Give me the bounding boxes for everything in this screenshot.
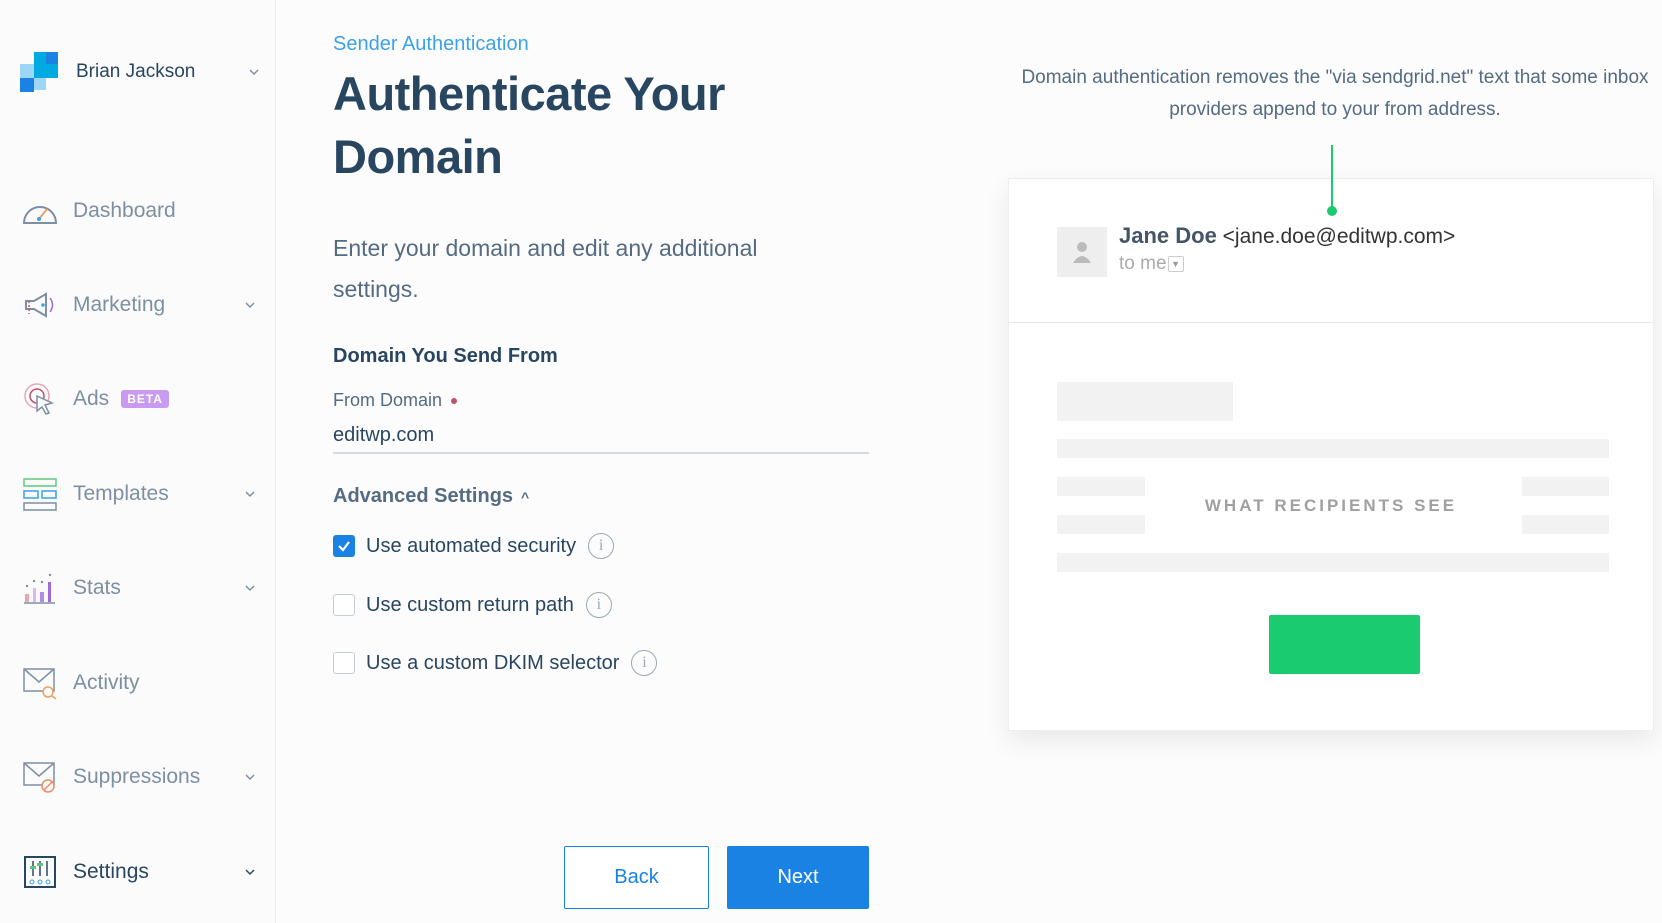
- sidebar: Brian Jackson Dashboard Marketing Ads BE…: [0, 0, 276, 923]
- beta-badge: BETA: [121, 390, 169, 408]
- sidebar-item-label: Activity: [73, 671, 140, 694]
- from-domain-label: From Domain: [333, 390, 458, 411]
- advanced-settings-toggle[interactable]: Advanced Settings ^: [333, 485, 529, 508]
- chevron-down-icon: [249, 69, 259, 76]
- callout-dot: [1327, 206, 1337, 216]
- sidebar-item-settings[interactable]: Settings: [22, 852, 256, 892]
- email-preview-card: Jane Doe <jane.doe@editwp.com> to me ▼ W…: [1008, 178, 1654, 731]
- sidebar-item-label: Stats: [73, 576, 121, 599]
- sidebar-item-ads[interactable]: Ads BETA: [22, 379, 256, 419]
- next-button[interactable]: Next: [727, 846, 869, 909]
- sidebar-item-marketing[interactable]: Marketing: [22, 285, 256, 325]
- sidebar-item-activity[interactable]: Activity: [22, 663, 256, 703]
- templates-layout-icon: [22, 476, 58, 512]
- callout-line: [1331, 145, 1333, 209]
- checkbox-label: Use automated security: [366, 534, 577, 557]
- bar-chart-icon: [22, 570, 58, 606]
- email-preview-panel: Domain authentication removes the "via s…: [1008, 0, 1662, 923]
- intro-text: Enter your domain and edit any additiona…: [333, 235, 758, 302]
- envelope-blocked-icon: [22, 759, 58, 795]
- placeholder-block: [1057, 382, 1233, 421]
- custom-return-path-checkbox[interactable]: [333, 594, 355, 616]
- recipient-line: to me ▼: [1119, 253, 1184, 275]
- account-name: Brian Jackson: [76, 61, 196, 82]
- placeholder-line: [1522, 477, 1609, 496]
- placeholder-line: [1057, 477, 1145, 496]
- chevron-down-icon: [245, 302, 255, 309]
- info-icon[interactable]: i: [585, 592, 612, 618]
- target-cursor-icon: [22, 381, 58, 417]
- checkbox-label: Use a custom DKIM selector: [366, 651, 620, 674]
- placeholder-line: [1057, 439, 1609, 458]
- checkbox-label: Use custom return path: [366, 593, 574, 616]
- dashboard-gauge-icon: [22, 193, 58, 229]
- envelope-search-icon: [22, 665, 58, 701]
- sender-line: Jane Doe <jane.doe@editwp.com>: [1119, 223, 1455, 249]
- sidebar-item-label: Marketing: [73, 293, 166, 316]
- megaphone-icon: [22, 287, 58, 323]
- option-custom-dkim-selector: Use a custom DKIM selector i: [333, 650, 658, 676]
- from-domain-label-text: From Domain: [333, 390, 443, 410]
- sidebar-item-label: Templates: [73, 482, 169, 505]
- avatar: [1057, 227, 1107, 277]
- advanced-settings-label: Advanced Settings: [333, 485, 514, 507]
- custom-dkim-selector-checkbox[interactable]: [333, 652, 355, 674]
- placeholder-line: [1057, 553, 1609, 572]
- person-icon: [1073, 242, 1091, 263]
- placeholder-line: [1522, 515, 1609, 534]
- sender-email: <jane.doe@editwp.com>: [1222, 225, 1456, 248]
- placeholder-cta-button: [1269, 615, 1420, 674]
- chevron-down-icon: [245, 585, 255, 592]
- sender-name: Jane Doe: [1119, 223, 1217, 248]
- option-custom-return-path: Use custom return path i: [333, 592, 612, 618]
- sidebar-item-label: Suppressions: [73, 765, 201, 788]
- sidebar-item-dashboard[interactable]: Dashboard: [22, 191, 256, 231]
- chevron-up-icon: ^: [521, 488, 530, 505]
- info-icon[interactable]: i: [588, 533, 615, 559]
- page-title: Authenticate Your Domain: [333, 67, 725, 183]
- to-me-text: to me: [1119, 253, 1167, 274]
- chevron-down-icon: [245, 774, 255, 781]
- sidebar-item-templates[interactable]: Templates: [22, 474, 256, 514]
- sidebar-item-label: Settings: [73, 860, 149, 883]
- sidebar-item-suppressions[interactable]: Suppressions: [22, 757, 256, 797]
- automated-security-checkbox[interactable]: [333, 535, 355, 557]
- option-automated-security: Use automated security i: [333, 533, 615, 559]
- section-heading: Domain You Send From: [333, 345, 558, 367]
- sidebar-item-stats[interactable]: Stats: [22, 568, 256, 608]
- account-switcher[interactable]: Brian Jackson: [20, 52, 260, 92]
- sidebar-item-label: Dashboard: [73, 199, 176, 222]
- main-content: Sender Authentication Authenticate Your …: [333, 0, 893, 923]
- from-domain-input[interactable]: [333, 418, 869, 454]
- sendgrid-logo-icon: [20, 52, 60, 92]
- chevron-down-icon: [245, 491, 255, 498]
- placeholder-line: [1057, 515, 1145, 534]
- info-icon[interactable]: i: [631, 650, 658, 676]
- checkmark-icon: [338, 541, 350, 552]
- what-recipients-see-label: WHAT RECIPIENTS SEE: [1204, 496, 1458, 515]
- preview-caption: Domain authentication removes the "via s…: [1021, 67, 1649, 120]
- back-button[interactable]: Back: [564, 846, 709, 909]
- sidebar-item-label: Ads: [73, 387, 110, 410]
- breadcrumb[interactable]: Sender Authentication: [333, 33, 529, 56]
- chevron-down-icon: [245, 869, 255, 876]
- required-indicator: [451, 397, 458, 404]
- settings-sliders-icon: [22, 854, 58, 890]
- dropdown-arrow-icon: ▼: [1167, 256, 1184, 272]
